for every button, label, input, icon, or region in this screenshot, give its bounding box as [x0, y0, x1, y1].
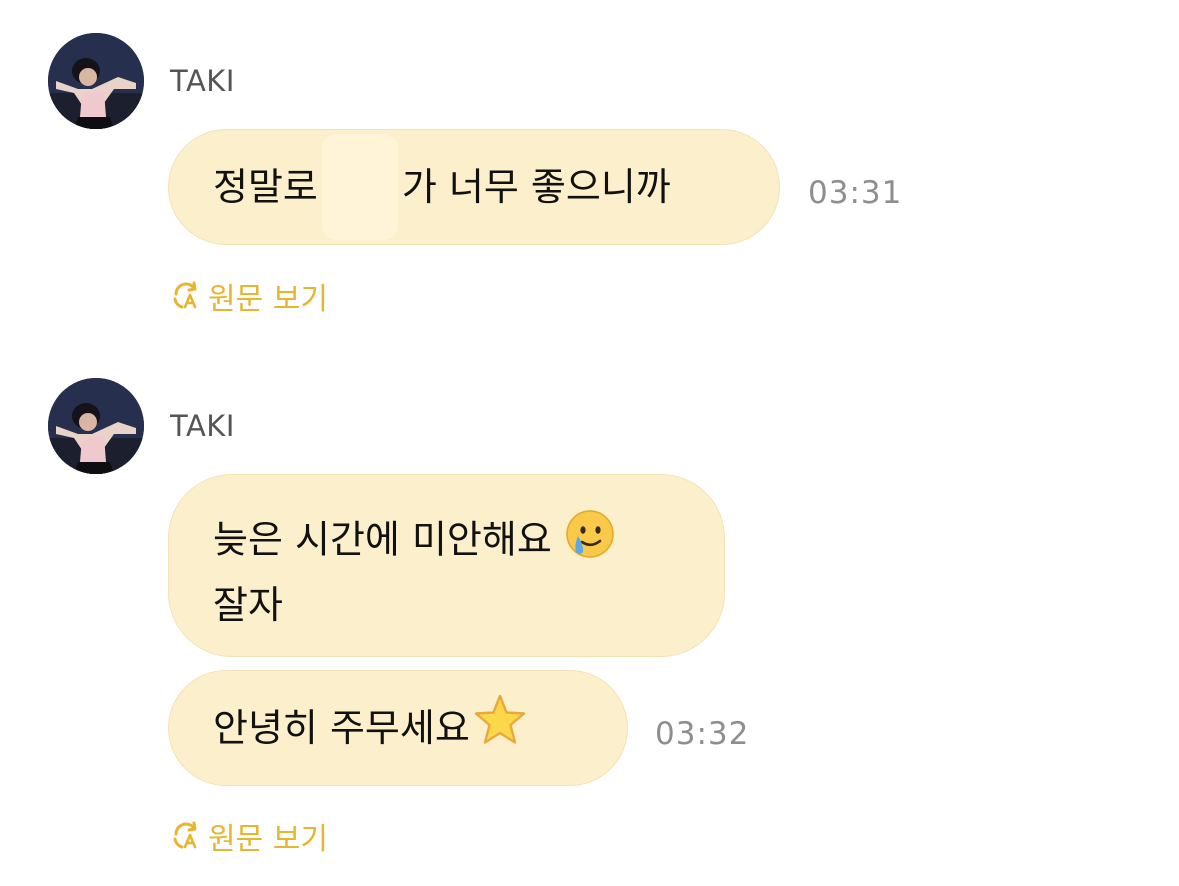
sender-name: TAKI [170, 409, 235, 443]
message-bubble[interactable]: 안녕히 주무세요 [168, 670, 628, 786]
message-text: 늦은 시간에 미안해요 [213, 517, 552, 562]
crying-smile-emoji-icon [564, 508, 616, 576]
message-line: 잘자 [213, 576, 680, 634]
message-bubble[interactable]: 정말로 가 너무 좋으니까 [168, 129, 780, 245]
message-text: 잘자 [213, 583, 283, 627]
avatar-photo [48, 33, 144, 129]
view-original-link[interactable]: 원문 보기 [170, 274, 328, 318]
message-text: 가 너무 좋으니까 [401, 165, 671, 209]
message-time: 03:31 [808, 175, 903, 211]
message-line: 늦은 시간에 미안해요 [213, 508, 680, 576]
message-text: 정말로 [213, 165, 318, 209]
avatar-photo [48, 378, 144, 474]
sender-name: TAKI [170, 64, 235, 98]
translate-refresh-icon [170, 280, 202, 312]
view-original-link[interactable]: 원문 보기 [170, 814, 328, 858]
message-text: 안녕히 주무세요 [213, 706, 470, 750]
redacted-gap [321, 134, 398, 240]
message-bubble[interactable]: 늦은 시간에 미안해요 잘자 [168, 474, 725, 657]
translate-refresh-icon [170, 820, 202, 852]
avatar[interactable] [48, 378, 144, 474]
view-original-label: 원문 보기 [208, 282, 328, 317]
avatar[interactable] [48, 33, 144, 129]
view-original-label: 원문 보기 [208, 822, 328, 857]
message-time: 03:32 [655, 716, 750, 752]
star-emoji-icon [472, 693, 528, 763]
